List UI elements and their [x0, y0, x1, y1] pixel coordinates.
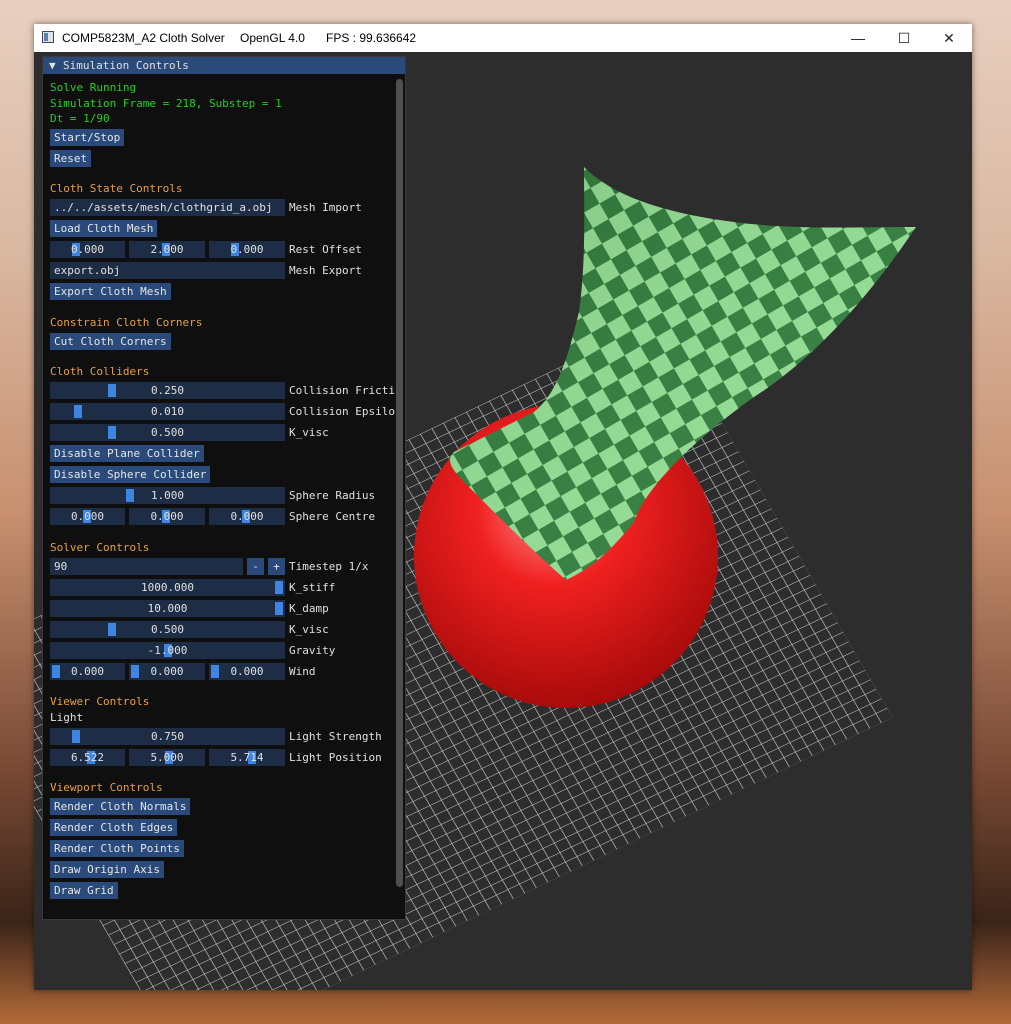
- sphere-centre-label: Sphere Centre: [289, 510, 376, 523]
- panel-header[interactable]: ▼ Simulation Controls: [43, 57, 405, 74]
- minimize-icon[interactable]: —: [835, 24, 881, 52]
- draw-grid-button[interactable]: Draw Grid: [50, 882, 118, 899]
- panel-title: Simulation Controls: [63, 59, 189, 72]
- kstiff-slider[interactable]: 1000.000: [50, 579, 285, 596]
- gravity-slider[interactable]: -1.000: [50, 642, 285, 659]
- collapse-arrow-icon[interactable]: ▼: [49, 57, 56, 74]
- sphere-centre-x[interactable]: 0.000: [50, 508, 125, 525]
- collision-epsilon-slider[interactable]: 0.010: [50, 403, 285, 420]
- mesh-import-label: Mesh Import: [289, 201, 362, 214]
- kstiff-label: K_stiff: [289, 581, 336, 594]
- disable-plane-collider-button[interactable]: Disable Plane Collider: [50, 445, 204, 462]
- gl-version: OpenGL 4.0: [240, 31, 305, 45]
- cut-cloth-corners-button[interactable]: Cut Cloth Corners: [50, 333, 171, 350]
- frame-status: Simulation Frame = 218, Substep = 1: [50, 97, 282, 110]
- viewer-header: Viewer Controls: [50, 695, 150, 708]
- rest-offset-z[interactable]: 0.000: [209, 241, 285, 258]
- constrain-header: Constrain Cloth Corners: [50, 316, 203, 329]
- sphere-centre-z[interactable]: 0.000: [209, 508, 285, 525]
- draw-origin-axis-button[interactable]: Draw Origin Axis: [50, 861, 164, 878]
- mesh-import-input[interactable]: ../../assets/mesh/clothgrid_a.obj: [50, 199, 285, 216]
- panel-scrollbar[interactable]: [394, 77, 405, 919]
- simulation-controls-panel: ▼ Simulation Controls Solve Running Simu…: [42, 56, 406, 920]
- solve-status: Solve Running: [50, 81, 137, 94]
- dt-status: Dt = 1/90: [50, 112, 110, 125]
- maximize-icon[interactable]: ☐: [881, 24, 927, 52]
- export-cloth-mesh-button[interactable]: Export Cloth Mesh: [50, 283, 171, 300]
- timestep-label: Timestep 1/x: [289, 560, 369, 573]
- kdamp-label: K_damp: [289, 602, 329, 615]
- mesh-export-label: Mesh Export: [289, 264, 362, 277]
- wind-x[interactable]: 0.000: [50, 663, 125, 680]
- rest-offset-x[interactable]: 0.000: [50, 241, 125, 258]
- colliders-header: Cloth Colliders: [50, 365, 150, 378]
- wind-label: Wind: [289, 665, 316, 678]
- wind-z[interactable]: 0.000: [209, 663, 285, 680]
- viewport-header: Viewport Controls: [50, 781, 163, 794]
- sphere-radius-label: Sphere Radius: [289, 489, 376, 502]
- render-cloth-points-button[interactable]: Render Cloth Points: [50, 840, 184, 857]
- disable-sphere-collider-button[interactable]: Disable Sphere Collider: [50, 466, 211, 483]
- timestep-input[interactable]: 90: [50, 558, 243, 575]
- fps-readout: FPS : 99.636642: [326, 31, 417, 45]
- close-icon[interactable]: ✕: [926, 24, 972, 52]
- gravity-label: Gravity: [289, 644, 336, 657]
- render-cloth-edges-button[interactable]: Render Cloth Edges: [50, 819, 178, 836]
- light-position-y[interactable]: 5.000: [129, 749, 205, 766]
- collider-kvisc-label: K_visc: [289, 426, 329, 439]
- collider-kvisc-slider[interactable]: 0.500: [50, 424, 285, 441]
- light-position-label: Light Position: [289, 751, 382, 764]
- collision-friction-slider[interactable]: 0.250: [50, 382, 285, 399]
- light-strength-slider[interactable]: 0.750: [50, 728, 285, 745]
- light-position-z[interactable]: 5.714: [209, 749, 285, 766]
- reset-button[interactable]: Reset: [50, 150, 92, 167]
- sphere-radius-slider[interactable]: 1.000: [50, 487, 285, 504]
- cloth-state-header: Cloth State Controls: [50, 182, 183, 195]
- timestep-plus-button[interactable]: +: [268, 558, 285, 575]
- window-title: COMP5823M_A2 Cloth Solver: [62, 31, 225, 45]
- collision-epsilon-label: Collision Epsilo: [289, 405, 395, 418]
- solver-kvisc-slider[interactable]: 0.500: [50, 621, 285, 638]
- kdamp-slider[interactable]: 10.000: [50, 600, 285, 617]
- collision-friction-label: Collision Fricti: [289, 384, 395, 397]
- timestep-minus-button[interactable]: -: [247, 558, 264, 575]
- app-icon: [42, 31, 54, 43]
- light-strength-label: Light Strength: [289, 730, 382, 743]
- solver-kvisc-label: K_visc: [289, 623, 329, 636]
- sphere-centre-y[interactable]: 0.000: [129, 508, 205, 525]
- mesh-export-input[interactable]: export.obj: [50, 262, 285, 279]
- start-stop-button[interactable]: Start/Stop: [50, 129, 125, 146]
- render-cloth-normals-button[interactable]: Render Cloth Normals: [50, 798, 191, 815]
- rest-offset-y[interactable]: 2.000: [129, 241, 205, 258]
- light-position-x[interactable]: 6.522: [50, 749, 125, 766]
- rest-offset-label: Rest Offset: [289, 243, 362, 256]
- wind-y[interactable]: 0.000: [129, 663, 205, 680]
- light-header: Light: [50, 711, 84, 724]
- solver-header: Solver Controls: [50, 541, 150, 554]
- load-cloth-mesh-button[interactable]: Load Cloth Mesh: [50, 220, 158, 237]
- title-bar[interactable]: COMP5823M_A2 Cloth Solver OpenGL 4.0 FPS…: [34, 24, 972, 52]
- scrollbar-thumb[interactable]: [396, 79, 403, 887]
- app-window: COMP5823M_A2 Cloth Solver OpenGL 4.0 FPS…: [34, 24, 972, 990]
